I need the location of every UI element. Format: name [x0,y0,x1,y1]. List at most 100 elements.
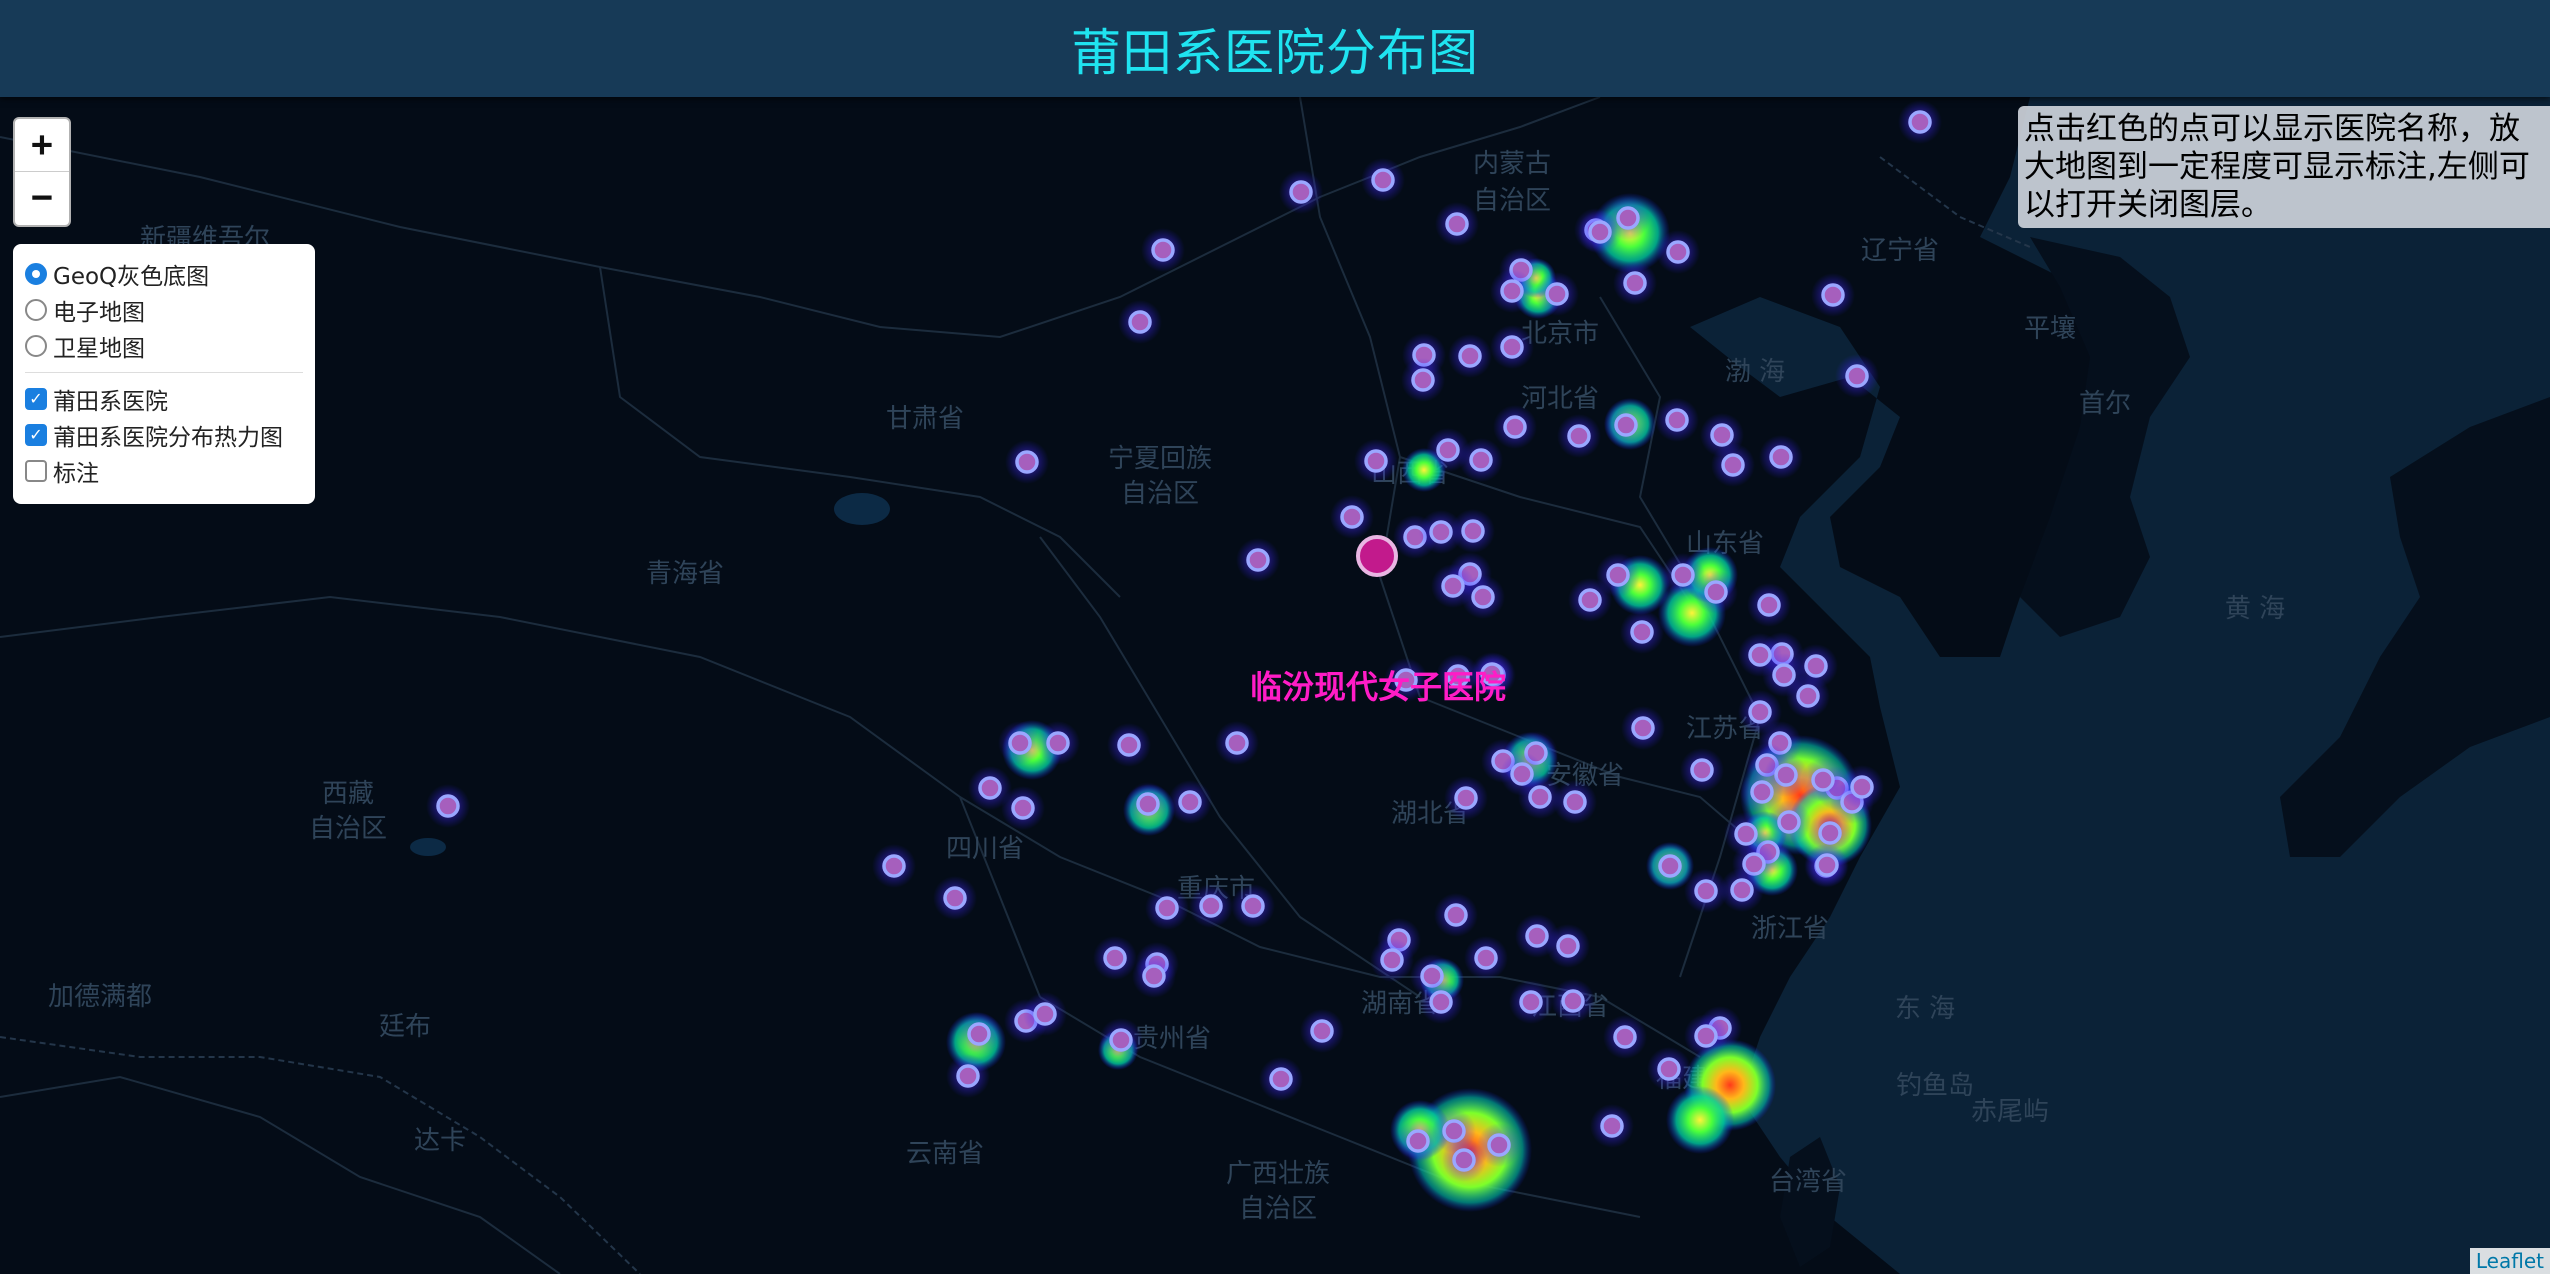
marker-dot[interactable] [1710,423,1734,447]
hospital-marker[interactable] [1141,228,1185,272]
hospital-marker[interactable] [1330,495,1374,539]
marker-dot[interactable] [1556,934,1580,958]
marker-dot[interactable] [1103,946,1127,970]
marker-dot[interactable] [1614,413,1638,437]
marker-dot[interactable] [1033,1002,1057,1026]
hospital-marker[interactable] [1648,844,1692,888]
marker-dot[interactable] [1588,220,1612,244]
hospital-marker[interactable] [1459,438,1503,482]
hospital-marker[interactable] [1099,1018,1143,1062]
hospital-marker[interactable] [1805,843,1849,887]
hospital-marker[interactable] [1023,992,1067,1036]
marker-dot[interactable] [1429,990,1453,1014]
radio-satellite[interactable] [25,335,47,357]
marker-dot[interactable] [1561,989,1585,1013]
marker-dot[interactable] [1046,731,1070,755]
hospital-marker[interactable] [1680,748,1724,792]
marker-dot[interactable] [1658,854,1682,878]
hospital-marker[interactable] [1461,575,1505,619]
marker-dot[interactable] [1613,1025,1637,1049]
hospital-marker[interactable] [1435,202,1479,246]
marker-dot[interactable] [1500,279,1524,303]
hospital-marker[interactable] [1578,210,1622,254]
marker-dot[interactable] [1811,768,1835,792]
marker-dot[interactable] [1461,519,1485,543]
marker-dot[interactable] [1730,878,1754,902]
overlay-labels[interactable]: 标注 [25,453,315,489]
marker-dot[interactable] [1657,1057,1681,1081]
hospital-marker[interactable] [1001,786,1045,830]
checkbox-heatmap[interactable]: ✓ [25,424,47,446]
marker-dot[interactable] [1519,990,1543,1014]
marker-dot[interactable] [1178,790,1202,814]
marker-dot[interactable] [1117,733,1141,757]
marker-dot[interactable] [1458,344,1482,368]
hospital-marker[interactable] [1551,979,1595,1023]
hospital-marker[interactable] [1215,721,1259,765]
hospital-marker[interactable] [1568,578,1612,622]
checkbox-labels[interactable] [25,460,47,482]
hospital-marker[interactable] [1493,405,1537,449]
hospital-marker[interactable] [1005,440,1049,484]
hospital-marker[interactable] [1236,538,1280,582]
hospital-marker[interactable] [998,721,1042,765]
hospital-marker[interactable] [1036,721,1080,765]
marker-dot[interactable] [978,776,1002,800]
hospital-marker[interactable] [1684,1014,1728,1058]
marker-dot[interactable] [1011,796,1035,820]
hospital-marker[interactable] [1126,782,1170,826]
hospital-marker[interactable] [1490,269,1534,313]
marker-dot[interactable] [1694,1024,1718,1048]
marker-dot[interactable] [1452,1148,1476,1172]
hospital-marker[interactable] [1107,723,1151,767]
hospital-marker[interactable] [1279,170,1323,214]
marker-dot[interactable] [1818,821,1842,845]
marker-dot[interactable] [1445,212,1469,236]
marker-dot[interactable] [1845,364,1869,388]
marker-dot[interactable] [1474,946,1498,970]
marker-dot[interactable] [1310,1019,1334,1043]
hospital-marker[interactable] [1300,1009,1344,1053]
marker-dot[interactable] [1694,879,1718,903]
marker-dot[interactable] [1631,716,1655,740]
marker-dot[interactable] [943,886,967,910]
marker-dot[interactable] [1128,310,1152,334]
marker-dot[interactable] [1269,1067,1293,1091]
hospital-marker[interactable] [1603,1015,1647,1059]
marker-dot[interactable] [1563,790,1587,814]
hospital-marker[interactable] [1546,924,1590,968]
hospital-marker[interactable] [1490,325,1534,369]
overlay-heatmap[interactable]: ✓ 莆田系医院分布热力图 [25,417,315,453]
marker-dot[interactable] [1734,822,1758,846]
marker-dot[interactable] [1704,580,1728,604]
marker-dot[interactable] [1241,894,1265,918]
marker-dot[interactable] [1796,684,1820,708]
marker-dot[interactable] [1436,438,1460,462]
hospital-marker[interactable] [1354,439,1398,483]
hospital-marker[interactable] [1759,435,1803,479]
marker-dot[interactable] [1429,520,1453,544]
marker-dot[interactable] [1578,588,1602,612]
hospital-marker[interactable] [1786,674,1830,718]
marker-dot[interactable] [1008,731,1032,755]
hospital-marker[interactable] [1168,780,1212,824]
marker-dot[interactable] [1665,408,1689,432]
marker-dot[interactable] [1371,168,1395,192]
marker-dot[interactable] [1750,780,1774,804]
hospital-marker[interactable] [1401,358,1445,402]
base-layer-electronic[interactable]: 电子地图 [25,292,315,328]
hospital-marker[interactable] [1370,938,1414,982]
hospital-marker[interactable] [1613,261,1657,305]
marker-dot[interactable] [1616,206,1640,230]
marker-dot[interactable] [1525,924,1549,948]
marker-dot[interactable] [1769,445,1793,469]
marker-dot[interactable] [1690,758,1714,782]
marker-dot[interactable] [1487,1133,1511,1157]
marker-dot[interactable] [1772,663,1796,687]
hospital-marker[interactable] [1835,354,1879,398]
leaflet-link[interactable]: Leaflet [2476,1249,2544,1273]
hospital-marker[interactable] [1647,1047,1691,1091]
marker-dot[interactable] [1606,563,1630,587]
marker-dot[interactable] [956,1064,980,1088]
marker-dot[interactable] [1815,853,1839,877]
